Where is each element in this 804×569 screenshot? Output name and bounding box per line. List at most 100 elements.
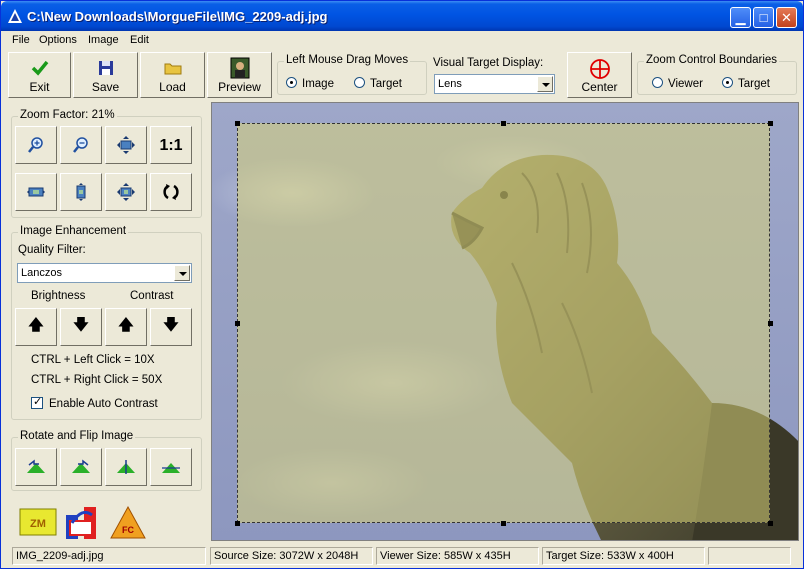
crosshair-icon: [589, 59, 610, 79]
resize-handle[interactable]: [768, 521, 773, 526]
rotate-left-button[interactable]: [15, 448, 57, 486]
visual-target-select[interactable]: Lens: [434, 74, 555, 94]
zoom-boundaries-legend: Zoom Control Boundaries: [644, 54, 780, 66]
visual-target-value: Lens: [438, 78, 462, 90]
arrow-up-icon: 🡅: [28, 316, 44, 334]
fit-width-button[interactable]: [15, 173, 57, 211]
boundary-viewer-radio[interactable]: Viewer: [652, 77, 703, 90]
contrast-label: Contrast: [130, 290, 174, 302]
hint-left-click: CTRL + Left Click = 10X: [31, 354, 155, 366]
svg-text:FC: FC: [122, 525, 134, 535]
menu-image[interactable]: Image: [88, 34, 119, 46]
contrast-down-button[interactable]: 🡇: [150, 308, 192, 346]
close-button[interactable]: ✕: [776, 7, 797, 28]
center-button[interactable]: Center: [567, 52, 632, 98]
fit-width-icon: [27, 187, 45, 197]
exit-label: Exit: [29, 80, 50, 94]
preview-label: Preview: [218, 80, 261, 94]
fc-button[interactable]: FC: [107, 502, 147, 540]
resize-handle[interactable]: [235, 521, 240, 526]
save-button[interactable]: Save: [73, 52, 138, 98]
menu-bar: File Options Image Edit: [2, 31, 802, 50]
drag-target-radio[interactable]: Target: [354, 77, 402, 90]
status-bar: IMG_2209-adj.jpg Source Size: 3072W x 20…: [1, 545, 803, 567]
load-button[interactable]: Load: [140, 52, 205, 98]
app-window: C:\New Downloads\MorgueFile\IMG_2209-adj…: [0, 0, 804, 569]
exit-button[interactable]: Exit: [8, 52, 71, 98]
fc-icon: FC: [110, 505, 146, 539]
resize-handle[interactable]: [235, 121, 240, 126]
zoom-in-button[interactable]: [15, 126, 57, 164]
auto-contrast-checkbox[interactable]: Enable Auto Contrast: [31, 395, 158, 410]
save-label: Save: [91, 80, 120, 94]
brightness-down-button[interactable]: 🡇: [60, 308, 102, 346]
load-label: Load: [159, 80, 186, 94]
zoom-out-button[interactable]: [60, 126, 102, 164]
title-bar[interactable]: C:\New Downloads\MorgueFile\IMG_2209-adj…: [1, 1, 803, 31]
boundary-viewer-label: Viewer: [668, 78, 703, 90]
rotate-left-icon: [27, 459, 45, 473]
maximize-button[interactable]: □: [753, 7, 774, 28]
preview-button[interactable]: Preview: [207, 52, 272, 98]
drag-target-label: Target: [370, 78, 402, 90]
minimize-icon: ▁: [735, 10, 746, 25]
brightness-label: Brightness: [31, 290, 86, 302]
image-viewer[interactable]: [211, 102, 799, 541]
zm-icon: ZM: [19, 508, 57, 536]
auto-contrast-label: Enable Auto Contrast: [49, 398, 158, 410]
resize-handle[interactable]: [501, 521, 506, 526]
checkmark-icon: [31, 60, 48, 76]
zoom-out-icon: [73, 137, 88, 153]
flip-vertical-icon: [162, 463, 180, 473]
center-label: Center: [581, 80, 618, 94]
svg-text:ZM: ZM: [30, 518, 46, 530]
menu-edit[interactable]: Edit: [130, 34, 149, 46]
checkbox-box: [31, 395, 43, 409]
brightness-up-button[interactable]: 🡅: [15, 308, 57, 346]
visual-target-label: Visual Target Display:: [433, 57, 544, 69]
arrow-down-icon: 🡇: [163, 316, 179, 334]
fit-both-button[interactable]: [105, 126, 147, 164]
actual-size-button[interactable]: 1:1: [150, 126, 192, 164]
floppy-disk-icon: [98, 61, 113, 75]
fit-all-button[interactable]: [105, 173, 147, 211]
window-title: C:\New Downloads\MorgueFile\IMG_2209-adj…: [27, 9, 328, 24]
menu-file[interactable]: File: [12, 34, 30, 46]
crop-tool-button[interactable]: [61, 502, 101, 540]
maximize-icon: □: [759, 10, 768, 25]
status-extra: [708, 547, 791, 565]
drag-moves-legend: Left Mouse Drag Moves: [284, 54, 411, 66]
image-enhancement-legend: Image Enhancement: [18, 225, 129, 237]
rotate-right-button[interactable]: [60, 448, 102, 486]
quality-filter-select[interactable]: Lanczos: [17, 263, 192, 283]
status-target-size: Target Size: 533W x 400H: [542, 547, 705, 565]
fit-height-button[interactable]: [60, 173, 102, 211]
radio-dot: [354, 77, 365, 88]
drag-image-radio[interactable]: Image: [286, 77, 334, 90]
chevron-down-icon[interactable]: [174, 265, 190, 281]
menu-options[interactable]: Options: [39, 34, 77, 46]
contrast-up-button[interactable]: 🡅: [105, 308, 147, 346]
quality-filter-value: Lanczos: [21, 267, 62, 279]
zoom-boundaries-group: Zoom Control Boundaries Viewer Target: [637, 54, 797, 95]
drag-moves-group: Left Mouse Drag Moves Image Target: [277, 54, 427, 95]
minimize-button[interactable]: ▁: [730, 7, 751, 28]
reset-button[interactable]: [150, 173, 192, 211]
zoom-factor-legend: Zoom Factor: 21%: [18, 109, 117, 121]
resize-handle[interactable]: [501, 121, 506, 126]
resize-handle[interactable]: [235, 321, 240, 326]
drag-image-label: Image: [302, 78, 334, 90]
arrow-up-icon: 🡅: [118, 316, 134, 334]
resize-handle[interactable]: [768, 321, 773, 326]
zm-button[interactable]: ZM: [17, 502, 57, 540]
flip-vertical-button[interactable]: [150, 448, 192, 486]
quality-filter-label: Quality Filter:: [18, 244, 86, 256]
chevron-down-icon[interactable]: [537, 76, 553, 92]
flip-horizontal-button[interactable]: [105, 448, 147, 486]
status-source-size: Source Size: 3072W x 2048H: [210, 547, 373, 565]
boundary-target-radio[interactable]: Target: [722, 77, 770, 90]
target-frame[interactable]: [237, 123, 770, 523]
radio-dot: [722, 77, 733, 88]
resize-handle[interactable]: [768, 121, 773, 126]
fit-height-icon: [76, 183, 86, 201]
